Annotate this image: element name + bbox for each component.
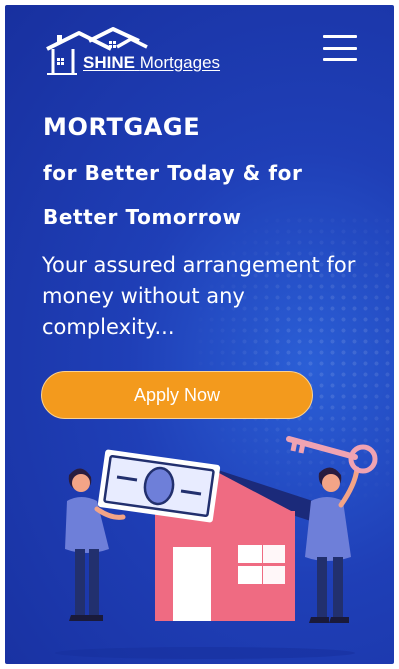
brand-name-bold: SHINE [83,53,135,72]
menu-bar [323,46,357,50]
hero-title-line-1: MORTGAGE [43,113,201,141]
key-icon [286,436,378,474]
brand-name-rest: Mortgages [139,53,221,72]
hero-title-line-3: Better Tomorrow [43,205,242,229]
mortgage-illustration [55,436,378,659]
app-screen: SHINE Mortgages MORTGAGE for Better Toda… [5,5,394,664]
money-bill-illustration [97,449,221,523]
menu-bar [323,35,357,38]
apply-now-button[interactable]: Apply Now [41,371,313,419]
hero-title-line-2: for Better Today & for [43,161,303,185]
brand-name: SHINE Mortgages [83,53,220,73]
ground-shadow [55,647,355,659]
person-right-illustration [305,466,360,623]
hamburger-menu-icon[interactable] [323,35,357,61]
brand-logo[interactable]: SHINE Mortgages [43,27,253,79]
menu-bar [323,58,357,61]
hero-subtitle: Your assured arrangement for money witho… [42,253,356,339]
